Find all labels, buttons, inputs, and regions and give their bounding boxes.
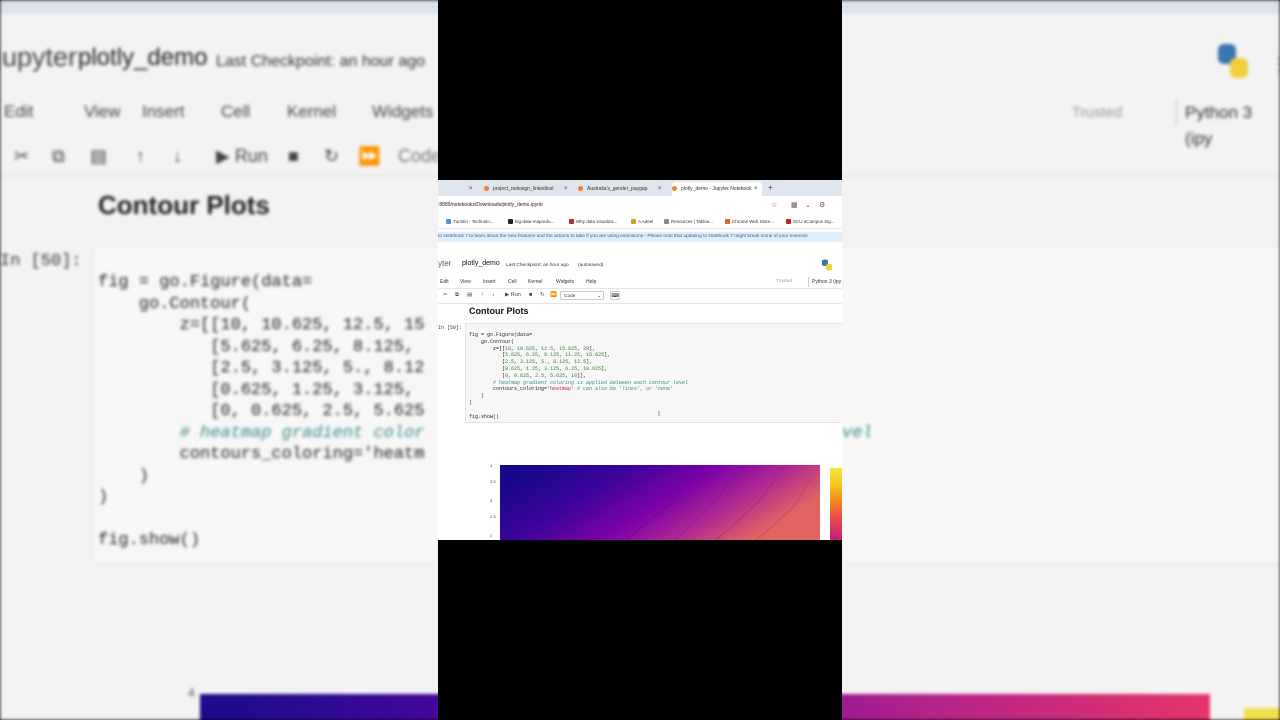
python-logo-icon (822, 259, 832, 271)
bookmark-star-icon[interactable]: ☆ (771, 201, 777, 209)
background-notebook-name: plotly_demo (78, 44, 208, 71)
background-heading: Contour Plots (98, 190, 270, 220)
menu-edit[interactable]: Edit (440, 279, 449, 285)
bookmarks-bar: Turnitin - Technolo... big-data-mapredu.… (438, 216, 842, 229)
background-prompt: In [50]: (0, 252, 82, 271)
background-menu-kernel: Kernel (287, 102, 337, 121)
address-bar[interactable]: :8889/notebooks/Downloads/plotly_demo.ip… (438, 196, 842, 216)
plot-ytick: 3 (490, 498, 493, 503)
menu-kernel[interactable]: Kernel (528, 279, 542, 285)
contour-plot[interactable] (500, 465, 820, 540)
menu-bar: Edit View Insert Cell Kernel Widgets Hel… (438, 276, 842, 289)
tab-close-icon[interactable]: × (469, 182, 473, 196)
tab-close-icon[interactable]: × (754, 182, 758, 196)
background-celltype: Code (398, 146, 442, 166)
background-run-button: ▶ Run (216, 146, 268, 166)
python-logo-icon (1218, 44, 1248, 78)
background-code: fig = go.Figure(data= go.Contour( z=[[10… (98, 273, 425, 550)
move-up-icon[interactable]: ↑ (481, 292, 484, 298)
background-copy-icon: ⧉ (52, 146, 65, 166)
bookmark-tableau[interactable]: Resources | Tablea... (664, 218, 713, 226)
menu-cell[interactable]: Cell (508, 279, 517, 285)
notebook-name[interactable]: plotly_demo (462, 260, 500, 267)
background-checkpoint: Last Checkpoint: an hour ago (216, 53, 426, 70)
background-cut-icon: ✂ (14, 146, 30, 166)
background-comment-tail: vel (842, 424, 873, 443)
background-scroll-indicator: ⋮ (1270, 54, 1280, 74)
notebook7-notice: to Notebook 7 to learn about the new fea… (438, 232, 842, 242)
bookmark-why-data-viz[interactable]: Why data visualiza... (569, 218, 617, 226)
copy-icon[interactable]: ⧉ (455, 292, 459, 299)
bookmark-chrome-web-store[interactable]: Chrome Web Store... (725, 218, 774, 226)
autosave-status: (autosaved) (578, 263, 604, 268)
menu-widgets[interactable]: Widgets (556, 279, 574, 285)
notebook-header: yter plotly_demo Last Checkpoint: an hou… (438, 242, 842, 276)
menu-view[interactable]: View (460, 279, 471, 285)
plot-ytick: 2 (490, 533, 493, 538)
background-move-down-icon: ↓ (173, 146, 182, 166)
tab-close-icon[interactable]: × (564, 182, 568, 196)
top-black-bar (438, 0, 842, 180)
background-jupyter-logo: jupyter (0, 42, 78, 72)
cell-type-select[interactable]: Code ⌄ (560, 291, 604, 300)
bookmark-big-data[interactable]: big-data-mapredu... (508, 218, 554, 226)
markdown-heading: Contour Plots (469, 306, 529, 316)
tab-close-icon[interactable]: × (658, 182, 662, 196)
background-menu-edit: Edit (4, 102, 34, 121)
jupyter-logo[interactable]: yter (438, 259, 451, 268)
notebook-toolbar: ✂ ⧉ ▤ ↑ ↓ ▶ Run ■ ↻ ⏩ Code ⌄ ⌨ (438, 289, 842, 304)
new-tab-button[interactable]: + (768, 181, 773, 195)
input-prompt: In [50]: (438, 325, 463, 331)
move-down-icon[interactable]: ↓ (492, 292, 495, 298)
bookmark-adeel[interactable]: A Adeel (631, 218, 653, 226)
background-trusted: Trusted (1072, 104, 1123, 121)
bottom-black-bar (438, 540, 842, 720)
background-move-up-icon: ↑ (136, 146, 145, 166)
background-menu-cell: Cell (221, 102, 251, 121)
text-cursor-icon: I (658, 411, 660, 418)
menu-insert[interactable]: Insert (483, 279, 496, 285)
colorbar (830, 468, 842, 540)
checkpoint-status: Last Checkpoint: an hour ago (506, 263, 569, 268)
tab-strip: × project_redesign_linkedinst × Australi… (438, 180, 842, 196)
background-menu-widgets: Widgets (372, 102, 434, 121)
fastforward-icon[interactable]: ⏩ (550, 292, 557, 298)
background-paste-icon: ▤ (90, 146, 108, 166)
contour-fill (500, 465, 820, 540)
bookmark-turnitin[interactable]: Turnitin - Technolo... (446, 218, 494, 226)
chevron-down-icon[interactable]: ⌄ (805, 201, 811, 209)
paste-icon[interactable]: ▤ (467, 292, 472, 298)
background-run-label: Run (234, 146, 268, 166)
cut-icon[interactable]: ✂ (443, 292, 448, 298)
menu-help[interactable]: Help (586, 279, 596, 285)
browser-window: × project_redesign_linkedinst × Australi… (438, 180, 842, 540)
background-fastforward-icon: ⏩ (358, 146, 381, 166)
trusted-indicator[interactable]: Trusted (776, 279, 792, 284)
background-menu-view: View (84, 102, 121, 121)
puzzle-icon[interactable]: ⚙ (819, 201, 825, 209)
tab-plotly-demo[interactable]: plotly_demo - Jupyter Notebook (672, 182, 762, 196)
tab-project-redesign[interactable]: project_redesign_linkedinst (484, 182, 568, 196)
background-stop-icon: ■ (288, 146, 299, 166)
extension-icon[interactable]: ▦ (791, 201, 798, 209)
background-menu-insert: Insert (142, 102, 185, 121)
run-label: Run (510, 292, 521, 298)
kernel-indicator[interactable]: Python 3 (ipy (808, 277, 841, 287)
stop-icon[interactable]: ■ (529, 292, 532, 298)
background-restart-icon: ↻ (324, 146, 340, 166)
plot-ytick: 4 (490, 463, 493, 468)
keyboard-icon[interactable]: ⌨ (610, 291, 620, 300)
url-text[interactable]: :8889/notebooks/Downloads/plotly_demo.ip… (438, 202, 543, 208)
bookmark-scu-ecampus[interactable]: SCU eCampus Sig... (786, 218, 835, 226)
background-plot-tick: 4 (188, 686, 195, 700)
restart-icon[interactable]: ↻ (540, 292, 545, 298)
plot-ytick: 2.5 (490, 514, 496, 519)
background-kernel: Python 3 (ipy (1176, 100, 1280, 148)
plot-ytick: 3.5 (490, 479, 496, 484)
chevron-down-icon: ⌄ (596, 294, 601, 299)
code-editor[interactable]: fig = go.Figure(data= go.Contour( z=[[10… (469, 332, 688, 420)
background-colorbar (1244, 708, 1280, 720)
tab-australia-gender-paygap[interactable]: Australia's_gender_paygap (578, 182, 658, 196)
run-button[interactable]: ▶ Run (505, 292, 521, 298)
